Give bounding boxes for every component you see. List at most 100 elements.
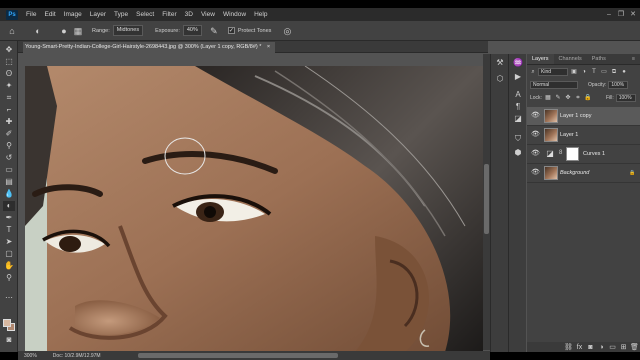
exposure-field[interactable]: 40%: [182, 25, 202, 36]
menu-help[interactable]: Help: [254, 11, 267, 18]
menu-edit[interactable]: Edit: [44, 11, 55, 18]
healing-tool-icon[interactable]: ✚: [3, 117, 15, 127]
layer-name[interactable]: Background: [560, 170, 589, 176]
new-layer-icon[interactable]: ⊞: [618, 343, 629, 352]
layer-name[interactable]: Curves 1: [583, 151, 605, 157]
character-panel-icon[interactable]: A: [512, 90, 524, 100]
filter-shape-icon[interactable]: ▭: [600, 68, 608, 76]
home-icon[interactable]: ⌂: [6, 25, 18, 37]
filter-type-icon[interactable]: T: [590, 68, 598, 76]
range-select[interactable]: Midtones: [112, 25, 144, 36]
blur-tool-icon[interactable]: 💧: [3, 189, 15, 199]
pressure-icon[interactable]: ◎: [281, 25, 293, 37]
marquee-tool-icon[interactable]: ⬚: [3, 57, 15, 67]
menu-image[interactable]: Image: [64, 11, 82, 18]
menu-window[interactable]: Window: [223, 11, 246, 18]
doc-size[interactable]: Doc: 10/2.9M/12.97M: [53, 353, 101, 359]
brush-panel-icon[interactable]: ▦: [72, 25, 84, 37]
brush-tool-icon[interactable]: ✐: [3, 129, 15, 139]
brush-preset-icon[interactable]: ●: [58, 25, 70, 37]
lock-artboard-icon[interactable]: ⌗: [574, 94, 582, 102]
eraser-tool-icon[interactable]: ▭: [3, 165, 15, 175]
delete-layer-icon[interactable]: 🗑: [629, 343, 640, 352]
layer-mask-thumbnail[interactable]: [566, 147, 579, 161]
vertical-scrollbar[interactable]: [483, 54, 490, 350]
lock-all-icon[interactable]: 🔒: [584, 94, 592, 102]
tab-channels[interactable]: Channels: [554, 54, 587, 64]
shape-tool-icon[interactable]: ▢: [3, 249, 15, 259]
paragraph-panel-icon[interactable]: ¶: [512, 102, 524, 112]
history-brush-tool-icon[interactable]: ↺: [3, 153, 15, 163]
hand-tool-icon[interactable]: ✋: [3, 261, 15, 271]
visibility-eye-icon[interactable]: 👁: [531, 150, 540, 158]
glyphs-panel-icon[interactable]: ◪: [512, 114, 524, 124]
layer-row-layer-1[interactable]: 👁 Layer 1: [527, 126, 640, 145]
pen-tool-icon[interactable]: ✒: [3, 213, 15, 223]
quick-mask-icon[interactable]: ◙: [3, 335, 15, 345]
layer-style-icon[interactable]: fx: [574, 343, 585, 352]
foreground-color-swatch[interactable]: [3, 319, 11, 327]
lock-position-icon[interactable]: ✥: [564, 94, 572, 102]
menu-select[interactable]: Select: [136, 11, 154, 18]
filter-adjustment-icon[interactable]: ◑: [580, 68, 588, 76]
menu-type[interactable]: Type: [114, 11, 128, 18]
filter-smart-icon[interactable]: ⧉: [610, 68, 618, 76]
blend-mode-select[interactable]: Normal: [530, 81, 578, 89]
lasso-tool-icon[interactable]: ʘ: [3, 69, 15, 79]
visibility-eye-icon[interactable]: 👁: [531, 169, 540, 177]
layer-row-background[interactable]: 👁 Background 🔒: [527, 164, 640, 183]
fill-field[interactable]: 100%: [615, 94, 636, 102]
history-panel-icon[interactable]: ⚒: [494, 58, 506, 68]
eyedropper-tool-icon[interactable]: ⌐: [3, 105, 15, 115]
horizontal-scroll-thumb[interactable]: [138, 353, 338, 358]
airbrush-icon[interactable]: ✎: [208, 25, 220, 37]
menu-layer[interactable]: Layer: [90, 11, 106, 18]
clone-stamp-tool-icon[interactable]: ⚲: [3, 141, 15, 151]
new-group-icon[interactable]: ▭: [607, 343, 618, 352]
zoom-level[interactable]: 300%: [24, 353, 37, 359]
layer-row-layer-1-copy[interactable]: 👁 Layer 1 copy: [527, 107, 640, 126]
layer-name[interactable]: Layer 1 copy: [560, 113, 592, 119]
move-tool-icon[interactable]: ✥: [3, 45, 15, 55]
adjust-panel-icon[interactable]: ♒: [512, 58, 524, 68]
layer-name[interactable]: Layer 1: [560, 132, 578, 138]
dodge-tool-icon[interactable]: ◐: [3, 201, 15, 211]
protect-tones-checkbox[interactable]: ✓: [227, 27, 235, 34]
tab-layers[interactable]: Layers: [527, 54, 554, 64]
play-actions-icon[interactable]: ▶: [512, 72, 524, 82]
menu-view[interactable]: View: [201, 11, 215, 18]
filter-toggle-icon[interactable]: ●: [620, 68, 628, 76]
new-adjustment-icon[interactable]: ◑: [596, 343, 607, 352]
visibility-eye-icon[interactable]: 👁: [531, 131, 540, 139]
close-tab-icon[interactable]: ×: [267, 44, 270, 50]
more-tools-icon[interactable]: ⋯: [3, 293, 15, 303]
filter-kind-select[interactable]: Kind: [538, 68, 568, 76]
restore-icon[interactable]: ❐: [616, 10, 626, 19]
navigator-panel-icon[interactable]: ⬢: [512, 148, 524, 158]
3d-panel-icon[interactable]: ⛉: [512, 134, 524, 144]
gradient-tool-icon[interactable]: ▤: [3, 177, 15, 187]
visibility-eye-icon[interactable]: 👁: [531, 112, 540, 120]
dodge-tool-preset-icon[interactable]: ◐: [32, 25, 44, 37]
properties-panel-icon[interactable]: ⬡: [494, 74, 506, 84]
add-mask-icon[interactable]: ◙: [585, 343, 596, 352]
type-tool-icon[interactable]: T: [3, 225, 15, 235]
filter-pixel-icon[interactable]: ▣: [570, 68, 578, 76]
document-tab[interactable]: Young-Smart-Pretty-Indian-College-Girl-H…: [23, 42, 276, 53]
link-layers-icon[interactable]: ⛓: [563, 343, 574, 352]
panel-menu-icon[interactable]: ≡: [627, 54, 640, 64]
lock-pixels-icon[interactable]: ✎: [554, 94, 562, 102]
close-window-icon[interactable]: ✕: [628, 10, 638, 19]
tab-paths[interactable]: Paths: [587, 54, 611, 64]
vertical-scroll-thumb[interactable]: [484, 164, 489, 234]
crop-tool-icon[interactable]: ⌗: [3, 93, 15, 103]
layer-row-curves-1[interactable]: 👁 ◪ 8 Curves 1: [527, 145, 640, 164]
minimize-icon[interactable]: –: [604, 10, 614, 19]
menu-filter[interactable]: Filter: [162, 11, 176, 18]
zoom-tool-icon[interactable]: ⚲: [3, 273, 15, 283]
menu-file[interactable]: File: [26, 11, 36, 18]
image-canvas[interactable]: [25, 66, 483, 352]
quick-select-tool-icon[interactable]: ✦: [3, 81, 15, 91]
path-select-tool-icon[interactable]: ➤: [3, 237, 15, 247]
menu-3d[interactable]: 3D: [185, 11, 193, 18]
